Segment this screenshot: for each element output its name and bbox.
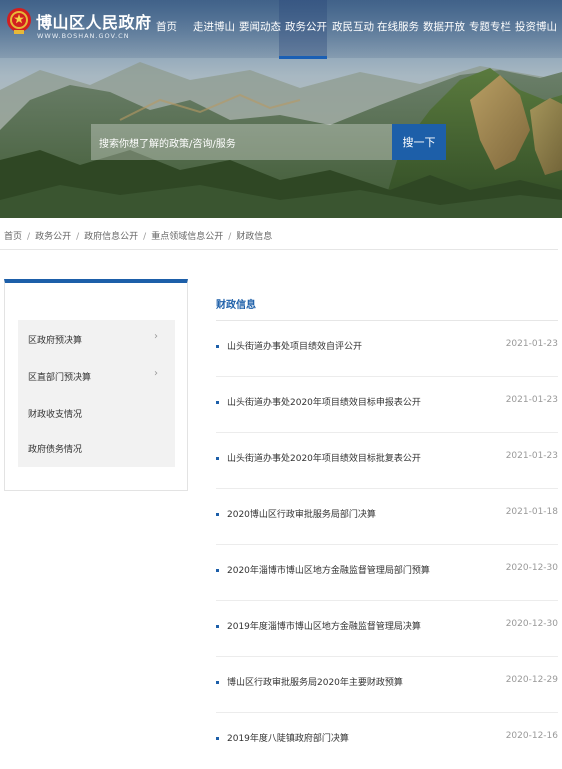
sidebar-menu: 区政府预决算 › 区直部门预决算 › 财政收支情况 政府债务情况 [18, 320, 175, 467]
nav-interaction[interactable]: 政民互动 [332, 19, 374, 34]
bullet-icon [216, 569, 219, 572]
list-item[interactable]: 2020年淄博市博山区地方金融监督管理局部门预算 2020-12-30 [216, 545, 558, 601]
chevron-right-icon[interactable]: › [154, 331, 158, 342]
bullet-icon [216, 345, 219, 348]
sidebar: 区政府预决算 › 区直部门预决算 › 财政收支情况 政府债务情况 [4, 279, 188, 491]
breadcrumb-current[interactable]: 财政信息 [236, 232, 272, 242]
list-item[interactable]: 山头街道办事处2020年项目绩效目标批复表公开 2021-01-23 [216, 433, 558, 489]
breadcrumb-government-affairs[interactable]: 政务公开 [35, 232, 71, 242]
national-emblem-icon [7, 8, 31, 34]
bullet-icon [216, 513, 219, 516]
breadcrumb-divider [0, 249, 558, 250]
breadcrumb-key-areas[interactable]: 重点领域信息公开 [151, 232, 223, 242]
list-item[interactable]: 2019年度淄博市博山区地方金融监督管理局决算 2020-12-30 [216, 601, 558, 657]
breadcrumb-info-disclosure[interactable]: 政府信息公开 [84, 232, 138, 242]
site-url: WWW.BOSHAN.GOV.CN [37, 32, 130, 40]
nav-open-data[interactable]: 数据开放 [423, 19, 465, 34]
nav-online-services[interactable]: 在线服务 [377, 19, 419, 34]
section-title: 财政信息 [216, 300, 256, 311]
list-item-title[interactable]: 2019年度八陡镇政府部门决算 [227, 731, 349, 744]
list-item-date: 2021-01-23 [505, 395, 558, 405]
nav-active-indicator [279, 56, 327, 59]
list-item-date: 2020-12-29 [505, 675, 558, 685]
list-item-title[interactable]: 2020年淄博市博山区地方金融监督管理局部门预算 [227, 563, 430, 576]
list-item-title[interactable]: 2019年度淄博市博山区地方金融监督管理局决算 [227, 619, 421, 632]
list-item-date: 2021-01-18 [505, 507, 558, 517]
list-item-title[interactable]: 博山区行政审批服务局2020年主要财政预算 [227, 675, 403, 688]
header-banner: 博山区人民政府 WWW.BOSHAN.GOV.CN 首页 走进博山 要闻动态 政… [0, 0, 562, 218]
list-item-title[interactable]: 山头街道办事处2020年项目绩效目标申报表公开 [227, 395, 421, 408]
sidebar-item-revenue-expenditure[interactable]: 财政收支情况 [28, 407, 82, 420]
list-item-date: 2020-12-30 [505, 619, 558, 629]
nav-special-topics[interactable]: 专题专栏 [469, 19, 511, 34]
breadcrumb: 首页 / 政务公开 / 政府信息公开 / 重点领域信息公开 / 财政信息 [4, 229, 272, 242]
nav-invest[interactable]: 投资博山 [515, 19, 557, 34]
nav-news[interactable]: 要闻动态 [239, 19, 281, 34]
list-item-date: 2020-12-30 [505, 563, 558, 573]
breadcrumb-separator: / [228, 232, 232, 242]
list-item[interactable]: 山头街道办事处2020年项目绩效目标申报表公开 2021-01-23 [216, 377, 558, 433]
sidebar-item-department-budget[interactable]: 区直部门预决算 [28, 370, 91, 383]
bullet-icon [216, 625, 219, 628]
list-item-date: 2021-01-23 [505, 451, 558, 461]
list-item[interactable]: 2019年度八陡镇政府部门决算 2020-12-16 [216, 713, 558, 769]
list-item-title[interactable]: 山头街道办事处2020年项目绩效目标批复表公开 [227, 451, 421, 464]
list-item-date: 2020-12-16 [505, 731, 558, 741]
sidebar-item-district-budget[interactable]: 区政府预决算 [28, 333, 82, 346]
breadcrumb-home[interactable]: 首页 [4, 232, 22, 242]
search-button[interactable]: 搜一下 [392, 124, 446, 160]
nav-about-boshan[interactable]: 走进博山 [193, 19, 235, 34]
list-item-title[interactable]: 2020博山区行政审批服务局部门决算 [227, 507, 376, 520]
site-title[interactable]: 博山区人民政府 [36, 9, 152, 33]
breadcrumb-separator: / [76, 232, 80, 242]
chevron-right-icon[interactable]: › [154, 368, 158, 379]
nav-government-affairs[interactable]: 政务公开 [285, 19, 327, 34]
list-item-title[interactable]: 山头街道办事处项目绩效自评公开 [227, 339, 362, 352]
breadcrumb-separator: / [143, 232, 147, 242]
breadcrumb-separator: / [27, 232, 31, 242]
bullet-icon [216, 737, 219, 740]
bullet-icon [216, 457, 219, 460]
list-item[interactable]: 山头街道办事处项目绩效自评公开 2021-01-23 [216, 321, 558, 377]
bullet-icon [216, 401, 219, 404]
list-item-date: 2021-01-23 [505, 339, 558, 349]
search-input[interactable]: 搜索你想了解的政策/咨询/服务 [91, 124, 393, 160]
bullet-icon [216, 681, 219, 684]
list-item[interactable]: 2020博山区行政审批服务局部门决算 2021-01-18 [216, 489, 558, 545]
sidebar-item-government-debt[interactable]: 政府债务情况 [28, 442, 82, 455]
nav-home[interactable]: 首页 [156, 19, 177, 34]
list-item[interactable]: 博山区行政审批服务局2020年主要财政预算 2020-12-29 [216, 657, 558, 713]
